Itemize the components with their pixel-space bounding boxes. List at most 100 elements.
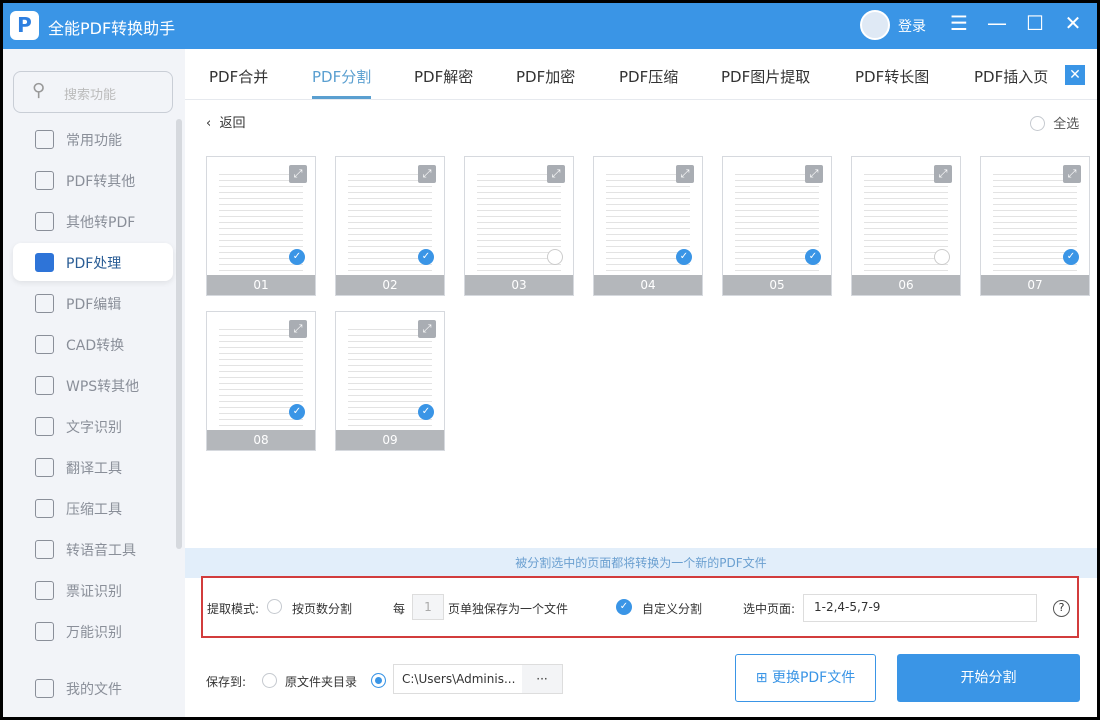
sidebar-item-label: 翻译工具 [66,461,122,477]
page-thumbnail[interactable]: ⤢ ✓ 09 [335,311,445,451]
tab[interactable]: PDF转长图 [855,66,929,87]
pdf-edit-icon [35,294,54,313]
expand-icon[interactable]: ⤢ [676,165,694,183]
chevron-left-icon: ‹ [206,116,212,131]
change-pdf-label: 更换PDF文件 [771,670,856,686]
voice-icon [35,540,54,559]
output-path-field[interactable]: C:\Users\Adminis... ··· [393,664,563,694]
page-number: 03 [465,275,573,295]
help-icon[interactable]: ? [1053,600,1070,617]
page-number: 08 [207,430,315,450]
sidebar-item-my-files[interactable]: 我的文件 [13,669,173,707]
page-thumbnail[interactable]: ⤢ ✓ 08 [206,311,316,451]
sidebar-item[interactable]: 票证识别 [13,571,173,609]
close-panel-button[interactable]: ✕ [1065,65,1085,85]
expand-icon[interactable]: ⤢ [1063,165,1081,183]
selected-pages-input[interactable]: 1-2,4-5,7-9 [803,594,1037,622]
custom-split-label: 自定义分割 [642,602,703,616]
scan-icon [35,622,54,641]
tab[interactable]: PDF加密 [516,66,575,87]
unchecked-radio[interactable] [934,249,950,265]
select-all-radio[interactable] [1030,116,1045,131]
tab-bar: PDF合并 PDF分割 PDF解密 PDF加密 PDF压缩 PDF图片提取 PDF转长图 PD… [185,49,1097,100]
tab[interactable]: PDF解密 [414,66,473,87]
sidebar-scrollbar[interactable] [176,119,182,549]
pdf-convert-icon [35,171,54,190]
sidebar-item[interactable]: CAD转换 [13,325,173,363]
mode-label: 提取模式: [207,602,260,616]
sidebar-item-label: PDF编辑 [66,297,122,313]
sidebar-item[interactable]: 转语音工具 [13,530,173,568]
page-thumbnail[interactable]: ⤢ ✓ 02 [335,156,445,296]
my-files-icon [35,679,54,698]
avatar[interactable] [860,10,890,40]
start-split-button[interactable]: 开始分割 [897,654,1080,702]
by-pages-radio[interactable] [267,599,282,614]
sidebar-item[interactable]: 万能识别 [13,612,173,650]
checked-icon[interactable]: ✓ [676,249,692,265]
sidebar-item-label: 压缩工具 [66,502,122,518]
page-number: 07 [981,275,1089,295]
close-button[interactable]: ✕ [1059,11,1087,35]
page-thumbnail[interactable]: ⤢ ✓ 07 [980,156,1090,296]
page-number: 06 [852,275,960,295]
sidebar-item[interactable]: 常用功能 [13,120,173,158]
change-pdf-button[interactable]: ⊞ 更换PDF文件 [735,654,876,702]
custom-split-radio[interactable]: ✓ [616,599,632,615]
checked-icon[interactable]: ✓ [289,249,305,265]
search-input[interactable]: ⚲ 搜索功能 [13,71,173,113]
checked-icon[interactable]: ✓ [418,249,434,265]
expand-icon[interactable]: ⤢ [934,165,952,183]
translate-icon [35,458,54,477]
maximize-button[interactable]: ☐ [1021,11,1049,35]
expand-icon[interactable]: ⤢ [418,165,436,183]
app-logo: P [10,11,39,40]
sidebar-item-label: 万能识别 [66,625,122,641]
page-thumbnail[interactable]: ⤢ ✓ 04 [593,156,703,296]
page-thumbnail[interactable]: ⤢ 03 [464,156,574,296]
tab[interactable]: PDF合并 [209,66,268,87]
expand-icon[interactable]: ⤢ [289,165,307,183]
menu-icon[interactable]: ☰ [945,11,973,35]
sidebar-item[interactable]: 压缩工具 [13,489,173,527]
tab[interactable]: PDF压缩 [619,66,678,87]
sidebar-item[interactable]: PDF编辑 [13,284,173,322]
page-thumbnail[interactable]: ⤢ ✓ 01 [206,156,316,296]
sidebar-item-label: 文字识别 [66,420,122,436]
pages-per-file-input[interactable]: 1 [412,594,444,620]
checked-icon[interactable]: ✓ [418,404,434,420]
sidebar-item[interactable]: PDF处理 [13,243,173,281]
browse-button[interactable]: ··· [522,665,562,693]
app-window: P 全能PDF转换助手 登录 ☰ — ☐ ✕ ⚲ 搜索功能 常用功能 PDF转其他… [3,3,1097,717]
back-button[interactable]: ‹ 返回 [206,112,245,131]
expand-icon[interactable]: ⤢ [289,320,307,338]
unchecked-radio[interactable] [547,249,563,265]
login-button[interactable]: 登录 [898,16,926,36]
page-number: 04 [594,275,702,295]
original-folder-radio[interactable] [262,673,277,688]
checked-icon[interactable]: ✓ [1063,249,1079,265]
page-thumbnail[interactable]: ⤢ 06 [851,156,961,296]
expand-icon[interactable]: ⤢ [418,320,436,338]
original-folder-label: 原文件夹目录 [285,675,358,689]
sidebar-item[interactable]: PDF转其他 [13,161,173,199]
sidebar-item[interactable]: 文字识别 [13,407,173,445]
sidebar-item[interactable]: 其他转PDF [13,202,173,240]
select-all-toggle[interactable]: 全选 [1030,113,1079,132]
tab[interactable]: PDF插入页 [974,66,1048,87]
expand-icon[interactable]: ⤢ [805,165,823,183]
sidebar: ⚲ 搜索功能 常用功能 PDF转其他 其他转PDF PDF处理 PDF编辑 CAD转换 WP… [3,49,185,717]
page-thumbnail[interactable]: ⤢ ✓ 05 [722,156,832,296]
tab[interactable]: PDF分割 [312,66,372,99]
tab[interactable]: PDF图片提取 [721,66,810,87]
sidebar-item-label: 票证识别 [66,584,122,600]
checked-icon[interactable]: ✓ [289,404,305,420]
expand-icon[interactable]: ⤢ [547,165,565,183]
sidebar-item[interactable]: WPS转其他 [13,366,173,404]
checked-icon[interactable]: ✓ [805,249,821,265]
custom-path-radio[interactable] [371,673,386,688]
save-to-label: 保存到: [206,675,247,689]
sidebar-item[interactable]: 翻译工具 [13,448,173,486]
minimize-button[interactable]: — [983,11,1011,35]
back-label: 返回 [219,116,246,131]
